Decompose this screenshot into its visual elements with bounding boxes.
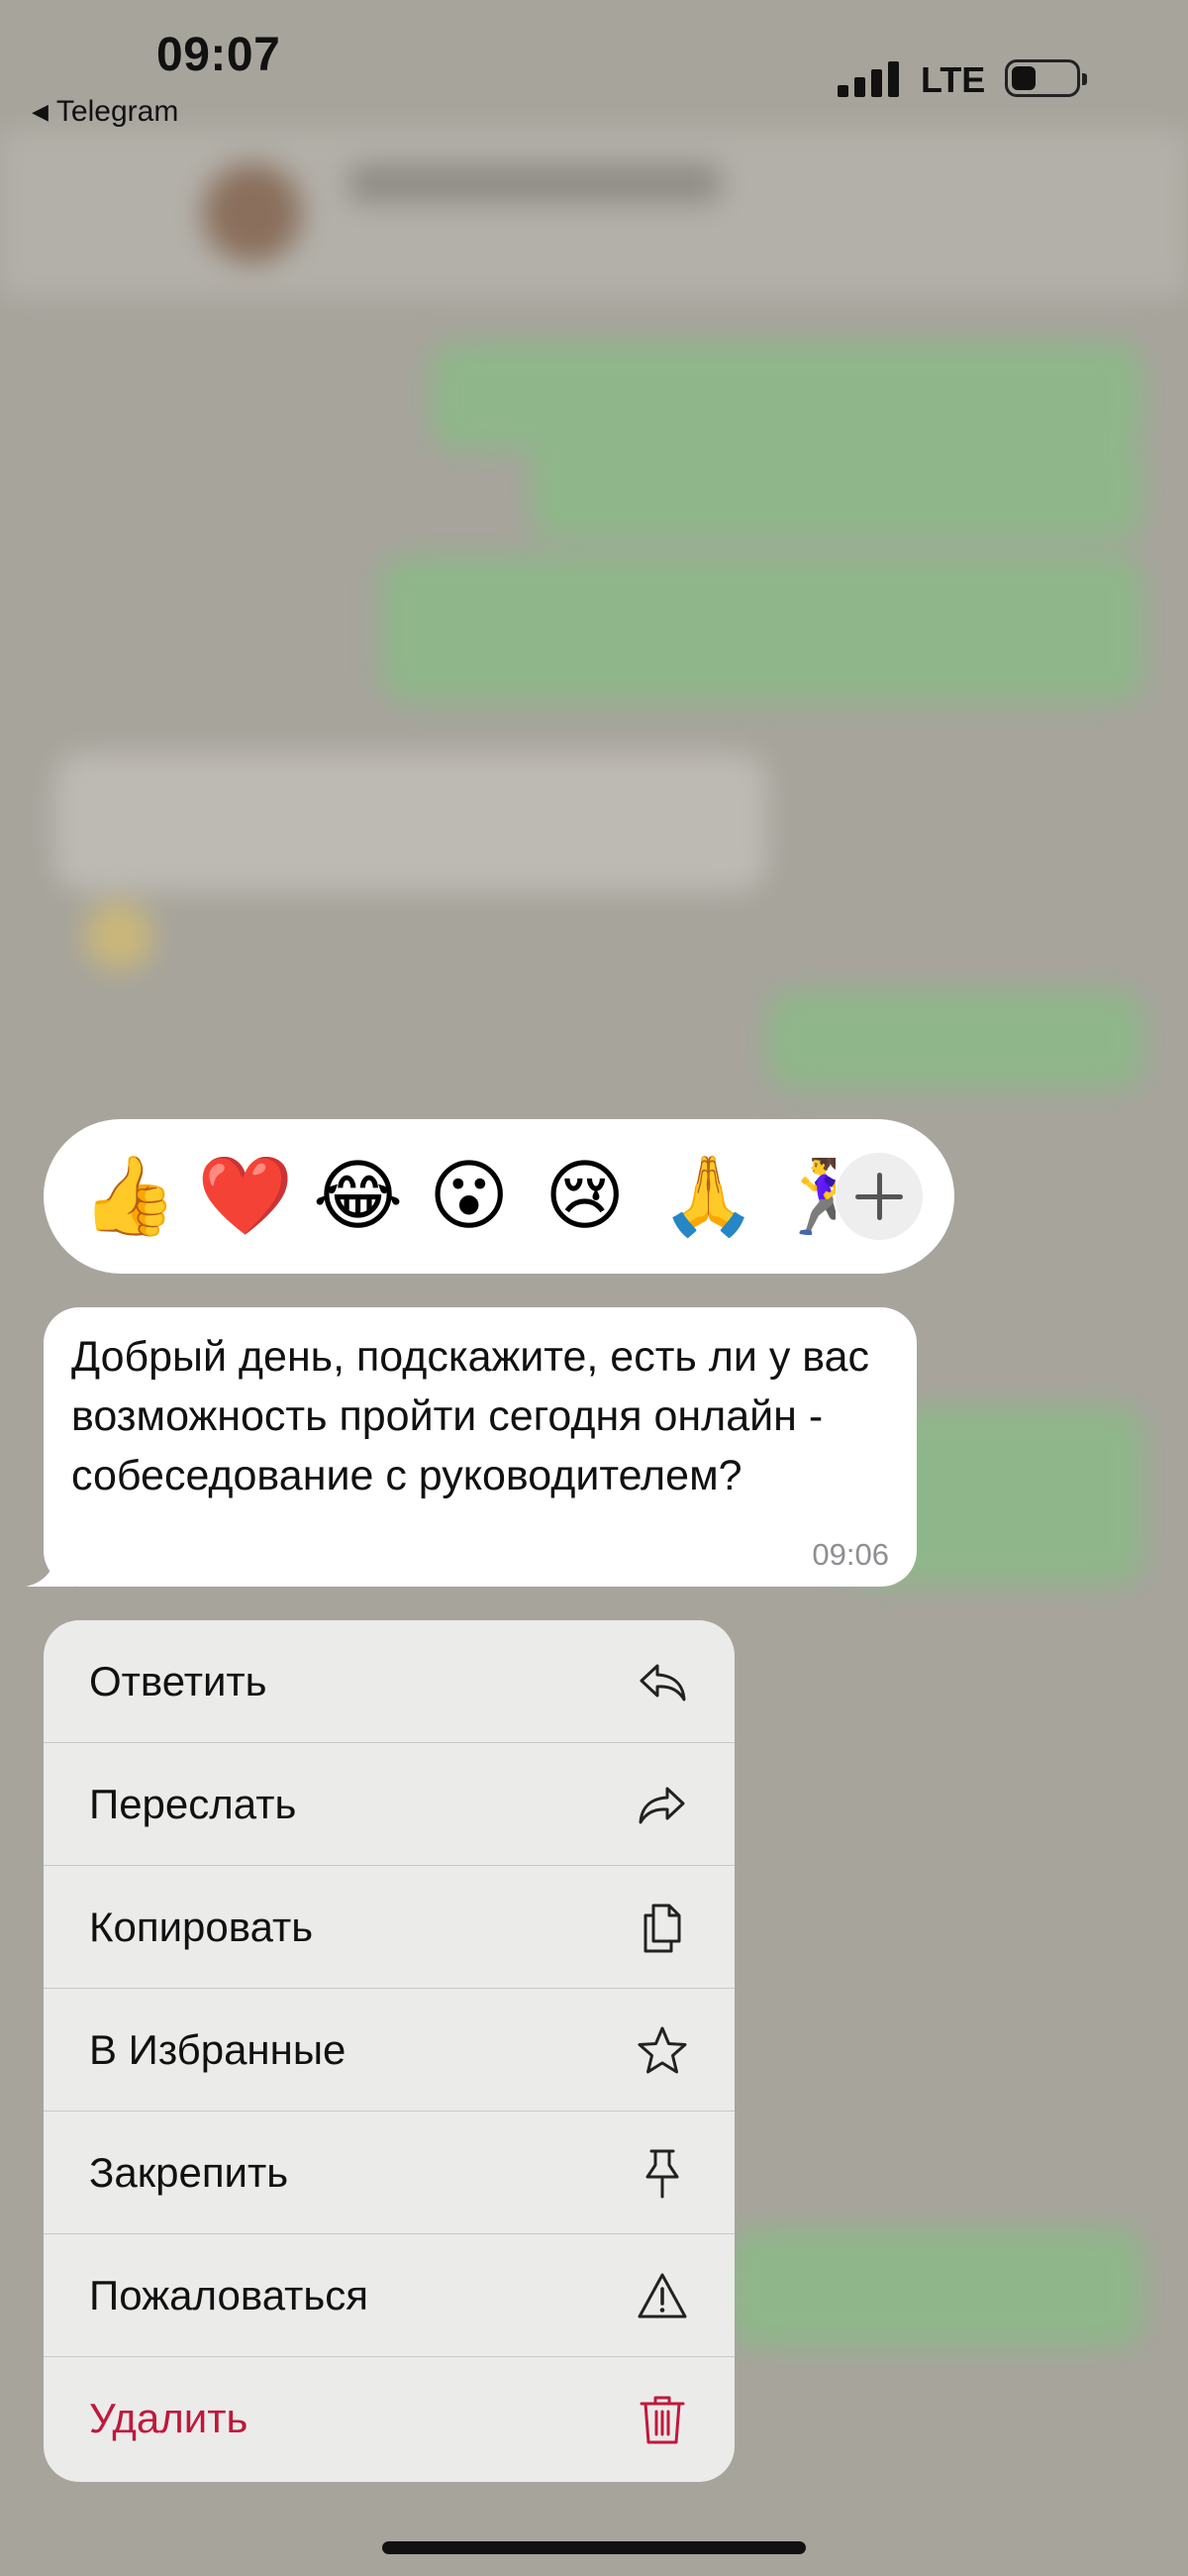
menu-item-label: Закрепить [89, 2148, 289, 2196]
forward-icon [639, 1787, 685, 1824]
blurred-outgoing-bubble [530, 441, 1143, 540]
reaction-thumbs-up[interactable]: 👍 [81, 1158, 197, 1235]
menu-item-delete[interactable]: Удалить [44, 2357, 735, 2480]
menu-item-favorites[interactable]: В Избранные [44, 1989, 735, 2112]
reply-icon [640, 1664, 686, 1701]
chat-header-blurred [0, 129, 1188, 297]
blurred-outgoing-bubble [381, 555, 1143, 703]
menu-item-forward[interactable]: Переслать [44, 1743, 735, 1866]
menu-item-report[interactable]: Пожаловаться [44, 2234, 735, 2357]
menu-item-label: Копировать [89, 1903, 314, 1950]
reaction-bar: 👍 ❤️ 😂 😮 😢 🙏 🏃‍♀️ [44, 1119, 954, 1274]
menu-item-reply[interactable]: Ответить [44, 1620, 735, 1743]
menu-item-copy[interactable]: Копировать [44, 1866, 735, 1989]
reaction-laughing[interactable]: 😂 [313, 1158, 429, 1235]
chat-name-blurred [346, 163, 723, 203]
reaction-crying[interactable]: 😢 [544, 1158, 660, 1235]
menu-item-label: В Избранные [89, 2025, 346, 2073]
reaction-surprised[interactable]: 😮 [429, 1158, 544, 1235]
selected-message-bubble[interactable]: Добрый день, подскажите, есть ли у вас в… [26, 1307, 917, 1587]
add-reaction-button[interactable] [836, 1153, 923, 1240]
bubble-tail [26, 1547, 75, 1587]
network-type: LTE [921, 59, 986, 100]
reaction-folded-hands[interactable]: 🙏 [660, 1158, 776, 1235]
battery-icon [1005, 59, 1087, 97]
warning-icon [638, 2273, 687, 2318]
message-text: Добрый день, подскажите, есть ли у вас в… [71, 1333, 870, 1499]
menu-item-pin[interactable]: Закрепить [44, 2112, 735, 2234]
menu-item-label: Удалить [89, 2395, 248, 2441]
status-time: 09:07 [156, 29, 281, 81]
trash-icon [640, 2396, 685, 2444]
back-to-telegram-link[interactable]: ◀ Telegram [32, 95, 178, 129]
reaction-running-woman[interactable]: 🏃‍♀️ [776, 1158, 836, 1235]
menu-item-label: Пожаловаться [89, 2271, 369, 2318]
back-app-label: Telegram [55, 95, 179, 128]
pin-icon [645, 2149, 679, 2199]
message-timestamp: 09:06 [812, 1537, 889, 1572]
home-indicator[interactable] [382, 2541, 806, 2554]
message-context-menu: Ответить Переслать Копировать В Избранны… [44, 1620, 735, 2482]
blurred-outgoing-bubble [767, 990, 1143, 1089]
status-bar: 09:07 ◀ Telegram LTE [0, 0, 1188, 129]
blurred-outgoing-bubble [431, 342, 1143, 451]
reaction-heart[interactable]: ❤️ [197, 1158, 313, 1235]
blurred-sticker [84, 901, 153, 971]
blurred-incoming-bubble [54, 753, 767, 891]
cellular-signal-icon [838, 61, 899, 97]
menu-item-label: Ответить [89, 1657, 267, 1704]
avatar [203, 163, 302, 262]
menu-item-label: Переслать [89, 1780, 297, 1827]
back-triangle-icon: ◀ [32, 99, 49, 124]
blurred-outgoing-bubble [728, 2228, 1143, 2347]
copy-icon [644, 1904, 681, 1953]
star-icon [638, 2026, 687, 2074]
